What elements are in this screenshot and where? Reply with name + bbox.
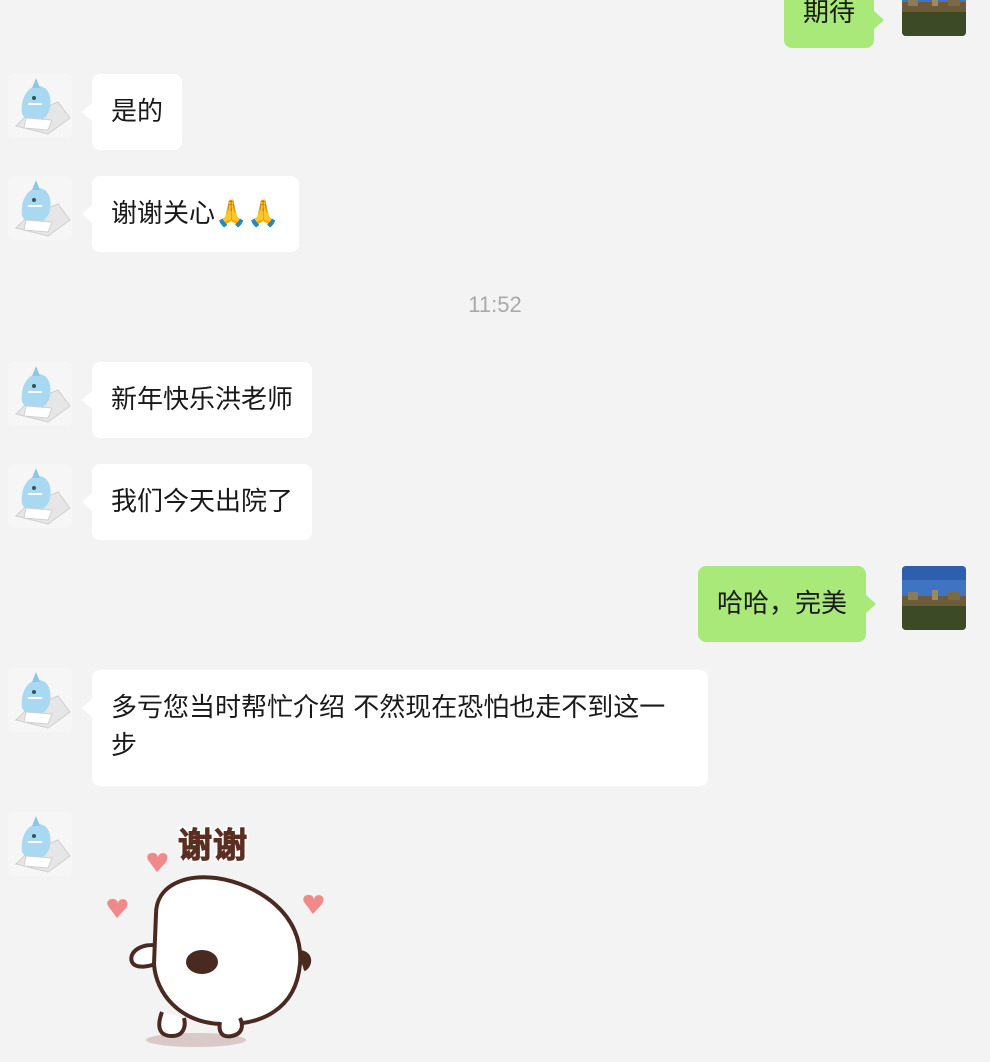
- shark-avatar-icon: [8, 74, 72, 138]
- landscape-photo-icon: [902, 566, 966, 630]
- shark-avatar-icon: [8, 176, 72, 240]
- message-text: 哈哈，完美: [717, 589, 848, 619]
- contact-avatar[interactable]: [8, 362, 72, 426]
- shark-avatar-icon: [8, 362, 72, 426]
- message-bubble-incoming[interactable]: 是的: [81, 74, 183, 150]
- sticker-caption: 谢谢: [178, 826, 248, 867]
- shark-avatar-icon: [8, 812, 72, 876]
- sticker-message[interactable]: 谢谢: [100, 814, 340, 1054]
- message-text: 期待: [803, 0, 856, 28]
- message-bubble-incoming[interactable]: 新年快乐洪老师: [81, 362, 313, 438]
- shark-avatar-icon: [8, 464, 72, 528]
- message-timestamp: 11:52: [468, 292, 522, 317]
- contact-avatar[interactable]: [8, 668, 72, 732]
- self-avatar[interactable]: [902, 0, 966, 36]
- message-text: 谢谢关心🙏🙏: [111, 199, 280, 229]
- shark-avatar-icon: [8, 668, 72, 732]
- landscape-photo-icon: [902, 0, 966, 36]
- contact-avatar[interactable]: [8, 464, 72, 528]
- message-text: 多亏您当时帮忙介绍 不然现在恐怕也走不到这一步: [111, 693, 666, 761]
- contact-avatar[interactable]: [8, 812, 72, 876]
- message-bubble-outgoing[interactable]: 哈哈，完美: [698, 566, 877, 642]
- message-bubble-outgoing[interactable]: 期待: [784, 0, 885, 48]
- message-bubble-incoming[interactable]: 多亏您当时帮忙介绍 不然现在恐怕也走不到这一步: [82, 670, 708, 786]
- contact-avatar[interactable]: [8, 74, 72, 138]
- contact-avatar[interactable]: [8, 176, 72, 240]
- message-text: 是的: [111, 97, 164, 127]
- message-text: 我们今天出院了: [111, 487, 294, 517]
- message-bubble-incoming[interactable]: 我们今天出院了: [81, 464, 313, 540]
- message-bubble-incoming[interactable]: 谢谢关心🙏🙏: [82, 176, 299, 252]
- self-avatar[interactable]: [902, 566, 966, 630]
- message-text: 新年快乐洪老师: [111, 385, 294, 415]
